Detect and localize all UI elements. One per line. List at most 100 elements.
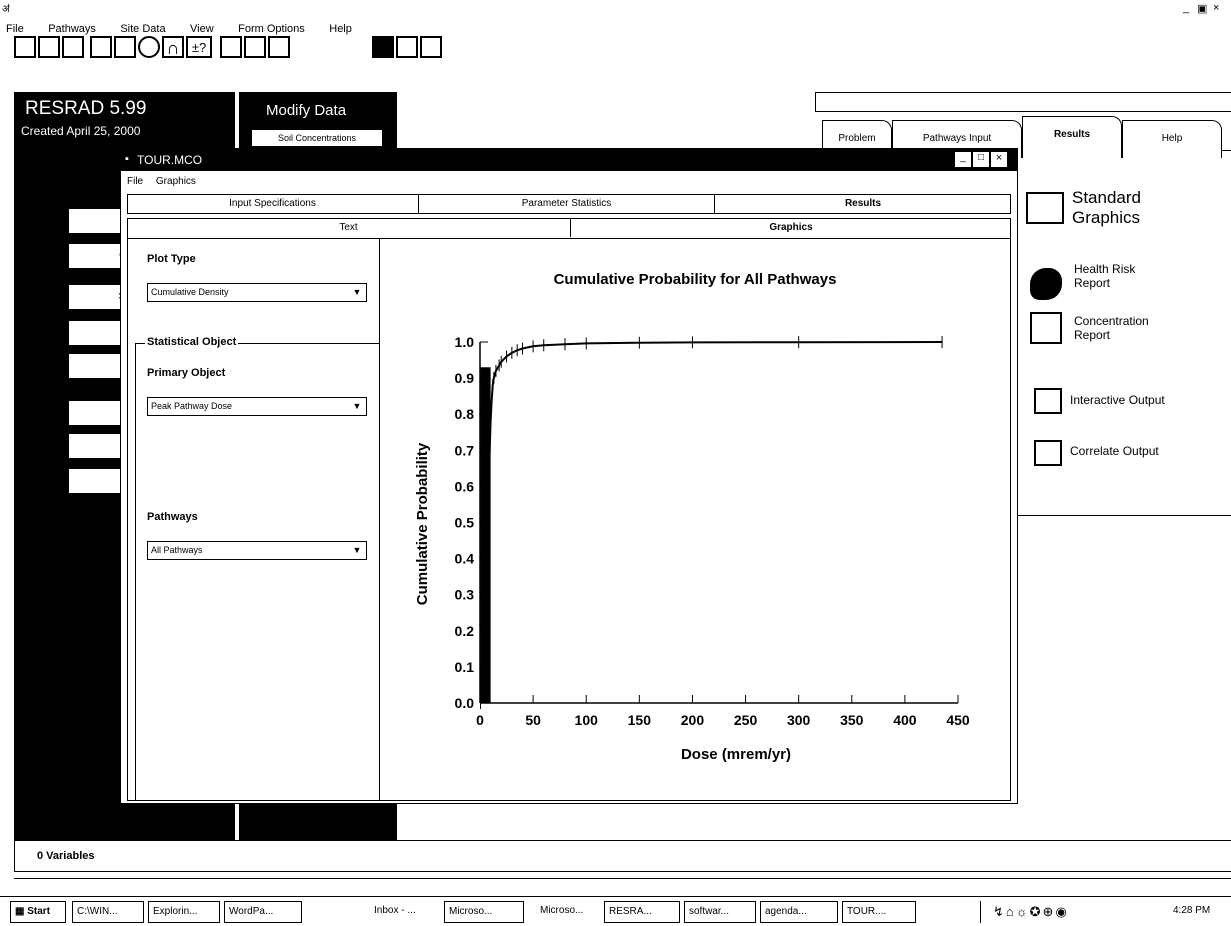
health-risk-report-label[interactable]: Health Risk Report xyxy=(1074,262,1154,290)
correlate-output-icon[interactable] xyxy=(1034,440,1062,466)
taskbar-item-microsoft-1[interactable]: Microso... xyxy=(444,901,524,923)
statistical-object-label: Statistical Object xyxy=(145,336,239,348)
taskbar-item-microsoft-2[interactable]: Microso... xyxy=(536,901,598,923)
tour-maximize-button[interactable]: □ xyxy=(973,152,989,167)
primary-object-label: Primary Object xyxy=(147,367,226,379)
taskbar-item-agenda[interactable]: agenda... xyxy=(760,901,838,923)
restore-button[interactable]: ▣ xyxy=(1197,2,1207,15)
line-graph-icon[interactable] xyxy=(244,36,266,58)
window-icon[interactable] xyxy=(114,36,136,58)
taskbar-item-inbox[interactable]: Inbox - ... xyxy=(370,901,440,923)
tour-menu-graphics[interactable]: Graphics xyxy=(156,176,196,187)
standard-graphics-icon[interactable] xyxy=(1026,192,1064,224)
tab-help[interactable]: Help xyxy=(1122,120,1222,158)
menu-site-data[interactable]: Site Data xyxy=(120,23,165,35)
interactive-output-label[interactable]: Interactive Output xyxy=(1070,393,1165,407)
y-tick-label: 0.0 xyxy=(455,695,475,711)
system-tray: ↯⌂☼✪⊕◉ 4:28 PM xyxy=(980,901,1226,923)
correlate-output-label[interactable]: Correlate Output xyxy=(1070,444,1159,458)
taskbar-item-cwin[interactable]: C:\WIN... xyxy=(72,901,144,923)
menu-form-options[interactable]: Form Options xyxy=(238,23,305,35)
plus-minus-icon[interactable]: ±? xyxy=(186,36,212,58)
y-tick-label: 0.4 xyxy=(455,551,475,567)
resrad-app-icon[interactable]: ॳ xyxy=(2,1,10,15)
list-icon[interactable] xyxy=(396,36,418,58)
soil-concentrations-button[interactable]: Soil Concentrations xyxy=(252,130,382,146)
menu-file[interactable]: File xyxy=(6,23,24,35)
area-graph-icon[interactable] xyxy=(268,36,290,58)
resrad-created: Created April 25, 2000 xyxy=(21,124,141,138)
y-tick-label: 0.6 xyxy=(455,478,475,494)
resrad-title: RESRAD 5.99 xyxy=(25,98,147,119)
y-tick-label: 0.8 xyxy=(455,406,475,422)
chevron-down-icon[interactable]: ▼ xyxy=(351,286,363,299)
x-tick-label: 400 xyxy=(893,712,917,728)
taskbar-item-wordpad[interactable]: WordPa... xyxy=(224,901,302,923)
modify-title: Modify Data xyxy=(266,102,347,119)
pathways-label: Pathways xyxy=(147,511,198,523)
plot-type-value: Cumulative Density xyxy=(151,287,229,297)
black-square-icon[interactable] xyxy=(372,36,394,58)
primary-object-value: Peak Pathway Dose xyxy=(151,401,233,411)
report-icon[interactable] xyxy=(220,36,242,58)
standard-graphics-label[interactable]: Standard Graphics xyxy=(1072,188,1142,228)
interactive-output-icon[interactable] xyxy=(1034,388,1062,414)
tab-parameter-statistics[interactable]: Parameter Statistics xyxy=(419,195,715,213)
toolbar: ∩ ±? xyxy=(14,36,484,60)
concentration-icon[interactable] xyxy=(1030,312,1062,344)
pathway-icon[interactable] xyxy=(90,36,112,58)
taskbar-item-exploring[interactable]: Explorin... xyxy=(148,901,220,923)
concentration-report-label[interactable]: Concentration Report xyxy=(1074,314,1174,342)
primary-object-select[interactable]: Peak Pathway Dose ▼ xyxy=(147,397,367,416)
tab-input-specifications[interactable]: Input Specifications xyxy=(127,195,419,213)
tour-minimize-button[interactable]: _ xyxy=(955,152,971,167)
clock: 4:28 PM xyxy=(1173,905,1211,916)
y-tick-label: 1.0 xyxy=(455,334,475,350)
tab-results-child[interactable]: Results xyxy=(715,195,1011,213)
cap-icon[interactable]: ∩ xyxy=(162,36,184,58)
save-icon[interactable] xyxy=(62,36,84,58)
tour-window: ▪ TOUR.MCO _ □ × File Graphics Input Spe… xyxy=(120,148,1018,804)
taskbar-item-resrad[interactable]: RESRA... xyxy=(604,901,680,923)
x-tick-label: 50 xyxy=(525,712,541,728)
chevron-down-icon[interactable]: ▼ xyxy=(351,400,363,413)
tour-window-icon: ▪ xyxy=(125,153,129,165)
x-tick-label: 350 xyxy=(840,712,864,728)
x-tick-label: 0 xyxy=(476,712,484,728)
health-risk-icon[interactable] xyxy=(1030,268,1062,300)
menu-view[interactable]: View xyxy=(190,23,214,35)
tour-titlebar: ▪ TOUR.MCO _ □ × xyxy=(121,149,1017,171)
chevron-down-icon[interactable]: ▼ xyxy=(351,544,363,557)
menu-bar: File Pathways Site Data View Form Option… xyxy=(6,19,372,35)
tray-icons[interactable]: ↯⌂☼✪⊕◉ xyxy=(993,904,1069,920)
new-icon[interactable] xyxy=(14,36,36,58)
x-tick-label: 100 xyxy=(575,712,599,728)
chart-pane: Cumulative Probability for All Pathways … xyxy=(379,238,1011,801)
start-label: Start xyxy=(27,906,51,917)
start-button[interactable]: ▦ Start xyxy=(10,901,66,923)
tour-menu-file[interactable]: File xyxy=(127,176,143,187)
taskbar-item-software[interactable]: softwar... xyxy=(684,901,756,923)
close-button[interactable]: × xyxy=(1213,2,1219,14)
tab-graphics[interactable]: Graphics xyxy=(571,219,1011,237)
taskbar-item-tour[interactable]: TOUR.... xyxy=(842,901,916,923)
tab-text[interactable]: Text xyxy=(127,219,571,237)
right-panel-strip xyxy=(815,92,1231,112)
split-icon[interactable] xyxy=(420,36,442,58)
y-tick-label: 0.1 xyxy=(455,659,475,675)
globe-icon[interactable] xyxy=(138,36,160,58)
menu-help[interactable]: Help xyxy=(329,23,352,35)
menu-pathways[interactable]: Pathways xyxy=(48,23,96,35)
minimize-button[interactable]: _ xyxy=(1183,2,1189,14)
cdf-line xyxy=(479,341,943,704)
open-icon[interactable] xyxy=(38,36,60,58)
x-tick-label: 200 xyxy=(681,712,705,728)
y-tick-label: 0.5 xyxy=(455,515,475,531)
x-tick-label: 250 xyxy=(734,712,758,728)
pathways-select[interactable]: All Pathways ▼ xyxy=(147,541,367,560)
tab-results[interactable]: Results xyxy=(1022,116,1122,158)
x-tick-label: 450 xyxy=(946,712,970,728)
tour-close-button[interactable]: × xyxy=(991,152,1007,167)
plot-type-select[interactable]: Cumulative Density ▼ xyxy=(147,283,367,302)
x-tick-label: 300 xyxy=(787,712,811,728)
